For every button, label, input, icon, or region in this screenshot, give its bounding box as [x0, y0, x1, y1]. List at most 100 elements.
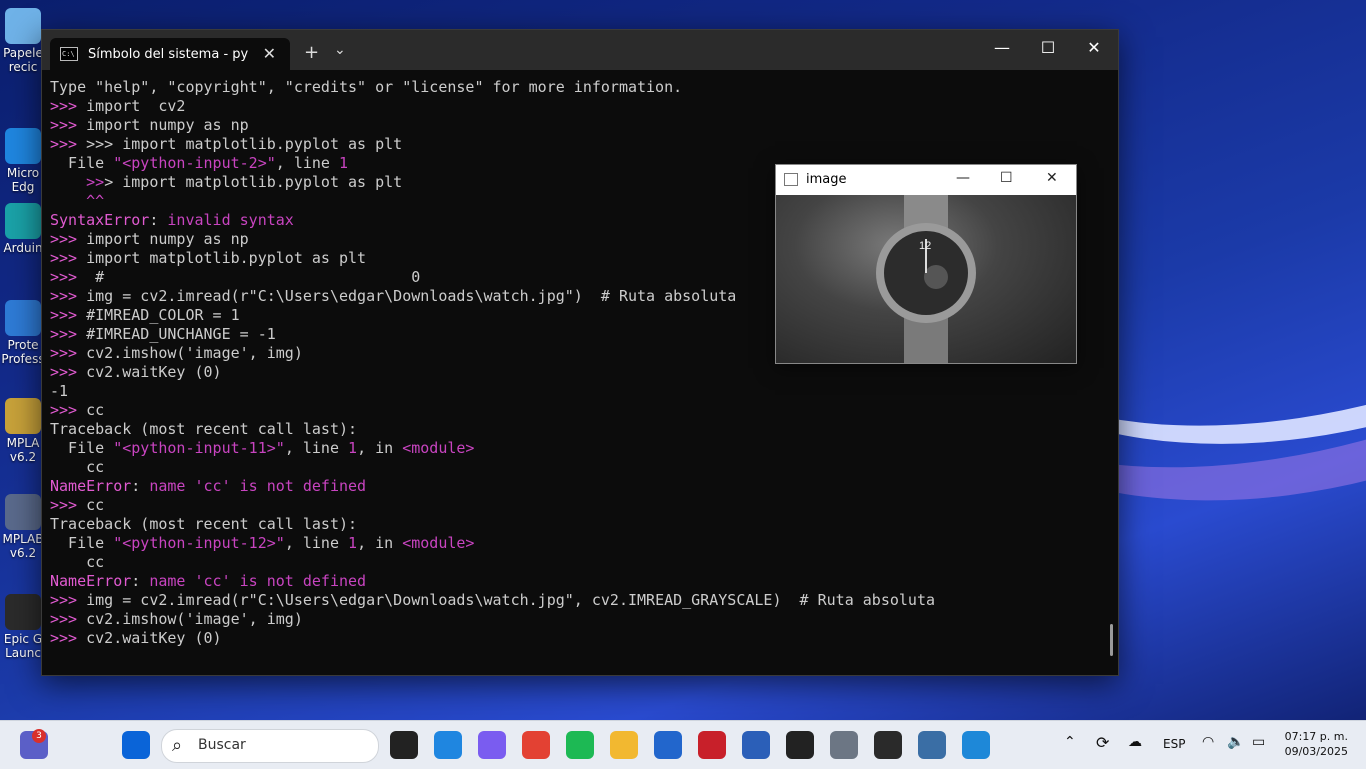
terminal-line: >>> cc [50, 401, 1108, 420]
terminal-text: ^^ [50, 192, 105, 210]
battery-icon[interactable]: ▭ [1252, 734, 1265, 750]
terminal-text: cc [50, 553, 105, 571]
wifi-icon[interactable]: ◠ [1202, 734, 1214, 750]
close-window-icon[interactable]: ✕ [1046, 170, 1058, 186]
language-indicator[interactable]: ESP [1163, 737, 1185, 751]
new-tab-icon[interactable]: + [304, 42, 319, 63]
start-icon[interactable] [122, 731, 150, 759]
minimize-icon[interactable]: — [956, 170, 970, 186]
scrollbar[interactable] [1110, 624, 1113, 656]
terminal-text: >>> [50, 363, 87, 381]
image-titlebar[interactable]: image — ☐ ✕ [776, 165, 1076, 195]
chatgpt-icon[interactable] [786, 731, 814, 759]
window-icon [784, 173, 798, 186]
terminal-text: : [149, 211, 168, 229]
copilot-icon[interactable] [478, 731, 506, 759]
terminal-line: >>> import numpy as np [50, 116, 1108, 135]
terminal-tab[interactable]: C:\ Símbolo del sistema - py ✕ [50, 38, 290, 70]
terminal-text: : [131, 572, 150, 590]
sync-icon[interactable]: ⟳ [1096, 733, 1109, 752]
python-icon[interactable] [918, 731, 946, 759]
app-icon [5, 203, 41, 239]
search-box[interactable]: ⌕ Buscar [161, 729, 379, 763]
cloud-icon[interactable]: ☁ [1128, 734, 1142, 750]
word-icon[interactable] [742, 731, 770, 759]
desktop-icon-label: MPLAB v6.2 [2, 532, 44, 560]
desktop-icon[interactable]: Epic G Launc [0, 594, 46, 660]
volume-icon[interactable]: 🔈 [1227, 734, 1244, 750]
terminal-text: SyntaxError [50, 211, 150, 229]
terminal-text: cc [86, 401, 105, 419]
desktop-icon[interactable]: MPLAB v6.2 [0, 494, 46, 560]
terminal-line: NameError: name 'cc' is not defined [50, 477, 1108, 496]
chevron-down-icon[interactable]: ⌄ [334, 42, 346, 58]
image-window[interactable]: image — ☐ ✕ 12 [775, 164, 1077, 364]
app-icon [5, 594, 41, 630]
terminal-text: File [50, 154, 114, 172]
clock[interactable]: 07:17 p. m. 09/03/2025 [1285, 729, 1348, 759]
terminal-text: import numpy as np [86, 116, 249, 134]
desktop-icon[interactable]: Micro Edg [0, 128, 46, 194]
maximize-icon[interactable]: ☐ [1000, 170, 1013, 186]
chrome-icon[interactable] [522, 731, 550, 759]
task-view-icon[interactable] [390, 731, 418, 759]
terminal-text: 1 [348, 439, 358, 457]
terminal-text: cv2.waitKey (0) [86, 363, 222, 381]
watch-digit: 12 [919, 240, 931, 252]
terminal-text: cv2.waitKey (0) [86, 629, 222, 647]
terminal-text: File [50, 439, 114, 457]
terminal-text: , line [275, 154, 339, 172]
maximize-icon[interactable]: ☐ [1033, 38, 1063, 57]
terminal-text: import cv2 [86, 97, 186, 115]
desktop-icon[interactable]: Papele recic [0, 8, 46, 74]
terminal-text: img = cv2.imread(r"C:\Users\edgar\Downlo… [86, 287, 737, 305]
chevron-up-icon[interactable]: ⌃ [1064, 734, 1076, 750]
close-tab-icon[interactable]: ✕ [263, 44, 276, 63]
explorer-icon[interactable] [610, 731, 638, 759]
minimize-icon[interactable]: — [987, 38, 1017, 57]
desktop-icon[interactable]: Prote Profess [0, 300, 46, 366]
terminal-text: >>> [50, 97, 87, 115]
terminal-text: >>> [50, 249, 87, 267]
terminal-text: -1 [50, 382, 69, 400]
terminal-text: >>> [50, 306, 87, 324]
store-icon[interactable] [654, 731, 682, 759]
terminal-text: Type "help", "copyright", "credits" or "… [50, 78, 683, 96]
terminal-line: File "<python-input-12>", line 1, in <mo… [50, 534, 1108, 553]
desktop-icon-label: Arduin [3, 241, 43, 255]
terminal-text: "<python-input-2>" [113, 154, 276, 172]
mcafee-icon[interactable] [698, 731, 726, 759]
terminal-line: Traceback (most recent call last): [50, 515, 1108, 534]
terminal-text: Traceback (most recent call last): [50, 515, 358, 533]
tab-title: Símbolo del sistema - py [88, 46, 249, 62]
terminal-line: >>> img = cv2.imread(r"C:\Users\edgar\Do… [50, 591, 1108, 610]
terminal-text: >>> [50, 325, 87, 343]
terminal-text: >>> import matplotlib.pyplot as plt [86, 135, 403, 153]
close-window-icon[interactable]: ✕ [1079, 38, 1109, 57]
settings-icon[interactable] [830, 731, 858, 759]
terminal-titlebar[interactable]: C:\ Símbolo del sistema - py ✕ + ⌄ — ☐ ✕ [42, 30, 1118, 70]
terminal-text: invalid syntax [167, 211, 294, 229]
vscode-icon[interactable] [962, 731, 990, 759]
app-icon [5, 300, 41, 336]
desktop-icon[interactable]: MPLA v6.2 [0, 398, 46, 464]
terminal-text: >> [86, 173, 105, 191]
terminal-text: NameError [50, 572, 132, 590]
edge-icon[interactable] [434, 731, 462, 759]
terminal-text: cc [50, 458, 105, 476]
terminal-icon[interactable] [874, 731, 902, 759]
terminal-text: , line [284, 534, 349, 552]
app-icon [5, 8, 41, 44]
terminal-text: <module> [402, 439, 475, 457]
cmd-icon: C:\ [60, 47, 78, 61]
clock-date: 09/03/2025 [1284, 745, 1348, 758]
spotify-icon[interactable] [566, 731, 594, 759]
terminal-text: "<python-input-12>" [113, 534, 285, 552]
terminal-line: cc [50, 553, 1108, 572]
desktop-icon[interactable]: Arduin [0, 203, 46, 255]
terminal-line: >>> >>> import matplotlib.pyplot as plt [50, 135, 1108, 154]
terminal-text: #IMREAD_UNCHANGE = -1 [86, 325, 276, 343]
desktop-icon-label: Epic G Launc [3, 632, 43, 660]
terminal-text: <module> [402, 534, 475, 552]
